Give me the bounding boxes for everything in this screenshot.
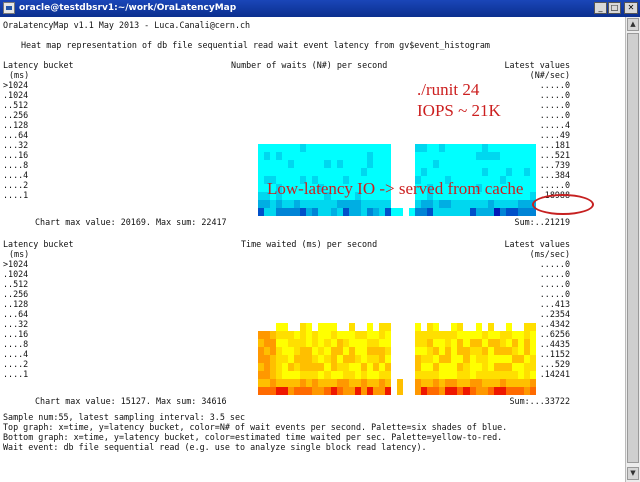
heatmap-cell: [530, 307, 536, 315]
heatmap-cell: [530, 128, 536, 136]
top-right-units: (N#/sec): [529, 70, 570, 80]
terminal-output[interactable]: OraLatencyMap v1.1 May 2013 - Luca.Canal…: [0, 17, 625, 482]
runit-annotation: ./runit 24: [417, 80, 480, 99]
cache-annotation: Low-latency IO -> served from cache: [267, 179, 524, 198]
bottom-bucket-value-0: .....0: [539, 259, 570, 269]
heatmap-cell: [529, 355, 536, 363]
heatmap-cell: [529, 363, 536, 371]
highlight-circle: [532, 194, 594, 215]
top-bucket-label-7: ...16: [3, 150, 29, 160]
top-bucket-value-0: .....0: [539, 80, 570, 90]
minimize-button[interactable]: _: [594, 2, 607, 14]
bottom-bucket-label-6: ...32: [3, 319, 29, 329]
version-line: OraLatencyMap v1.1 May 2013 - Luca.Canal…: [3, 20, 251, 30]
top-left-units: (ms): [9, 70, 30, 80]
top-left-header: Latency bucket: [3, 60, 74, 70]
iops-annotation: IOPS ~ 21K: [417, 101, 501, 120]
top-bucket-label-1: .1024: [3, 90, 29, 100]
scrollbar-thumb[interactable]: [627, 33, 639, 463]
top-chart-max: Chart max value: 20169. Max sum: 22417: [35, 217, 227, 227]
scroll-up-icon[interactable]: ▲: [627, 18, 639, 31]
top-bucket-label-11: ....1: [3, 190, 29, 200]
top-bucket-label-8: ....8: [3, 160, 29, 170]
heatmap-cell: [529, 184, 536, 192]
bottom-graph-legend: Bottom graph: x=time, y=latency bucket, …: [3, 432, 503, 442]
bottom-bucket-label-7: ...16: [3, 329, 29, 339]
heatmap-cell: [530, 299, 536, 307]
top-bucket-label-6: ...32: [3, 140, 29, 150]
heatmap-cell: [529, 168, 536, 176]
top-center-header: Number of waits (N#) per second: [231, 60, 388, 70]
description-line: Heat map representation of db file seque…: [21, 40, 490, 50]
terminal-app-icon: [3, 2, 15, 14]
bottom-center-header: Time waited (ms) per second: [241, 239, 378, 249]
heatmap-cell: [529, 152, 536, 160]
heatmap-cell: [529, 331, 536, 339]
bottom-bucket-label-1: .1024: [3, 269, 29, 279]
sample-info: Sample num:55, latest sampling interval:…: [3, 412, 246, 422]
top-bucket-label-4: ..128: [3, 120, 29, 130]
bottom-bucket-label-3: ..256: [3, 289, 29, 299]
heatmap-cell: [529, 339, 536, 347]
bottom-chart-max: Chart max value: 15127. Max sum: 34616: [35, 396, 227, 406]
heatmap-cell: [529, 176, 536, 184]
bottom-left-units: (ms): [9, 249, 30, 259]
bottom-bucket-label-11: ....1: [3, 369, 29, 379]
top-bucket-label-5: ...64: [3, 130, 29, 140]
top-bucket-value-2: .....0: [539, 100, 570, 110]
scroll-down-icon[interactable]: ▼: [627, 467, 639, 480]
top-bucket-label-0: >1024: [3, 80, 29, 90]
close-button[interactable]: ✕: [624, 2, 638, 14]
window-title-bar[interactable]: oracle@testdbsrv1:~/work/OraLatencyMap _…: [0, 0, 640, 17]
bottom-bucket-label-2: ..512: [3, 279, 29, 289]
bottom-bucket-value-2: .....0: [539, 279, 570, 289]
bottom-bucket-label-9: ....4: [3, 349, 29, 359]
bottom-bucket-value-1: .....0: [539, 269, 570, 279]
heatmap-cell: [530, 120, 536, 128]
heatmap-cell: [529, 160, 536, 168]
top-bucket-label-9: ....4: [3, 170, 29, 180]
heatmap-cell: [529, 379, 536, 387]
bottom-right-units: (ms/sec): [529, 249, 570, 259]
heatmap-cell: [529, 371, 536, 379]
top-graph-legend: Top graph: x=time, y=latency bucket, col…: [3, 422, 508, 432]
heatmap-cell: [529, 144, 536, 152]
wait-event-info: Wait event: db file sequential read (e.g…: [3, 442, 427, 452]
heatmap-cell: [529, 387, 536, 395]
top-bucket-label-2: ..512: [3, 100, 29, 110]
bottom-bucket-label-10: ....2: [3, 359, 29, 369]
vertical-scrollbar[interactable]: ▲ ▼: [625, 17, 640, 482]
bottom-bucket-value-3: .....0: [539, 289, 570, 299]
top-bucket-value-1: .....0: [539, 90, 570, 100]
heatmap-cell: [530, 136, 536, 144]
bottom-bucket-label-4: ..128: [3, 299, 29, 309]
heatmap-cell: [530, 315, 536, 323]
window-title: oracle@testdbsrv1:~/work/OraLatencyMap: [19, 3, 237, 13]
bottom-right-header: Latest values: [504, 239, 570, 249]
bottom-bucket-label-0: >1024: [3, 259, 29, 269]
maximize-button[interactable]: □: [608, 2, 621, 14]
bottom-left-header: Latency bucket: [3, 239, 74, 249]
bottom-heatmap: [258, 299, 536, 395]
bottom-bucket-label-5: ...64: [3, 309, 29, 319]
top-bucket-label-3: ..256: [3, 110, 29, 120]
bottom-bucket-label-8: ....8: [3, 339, 29, 349]
top-right-header: Latest values: [504, 60, 570, 70]
heatmap-cell: [529, 323, 536, 331]
bottom-sum: Sum:...33722: [509, 396, 570, 406]
top-bucket-label-10: ....2: [3, 180, 29, 190]
top-bucket-value-3: .....0: [539, 110, 570, 120]
top-sum: Sum:..21219: [514, 217, 570, 227]
heatmap-cell: [529, 347, 536, 355]
top-heatmap: [258, 120, 536, 216]
